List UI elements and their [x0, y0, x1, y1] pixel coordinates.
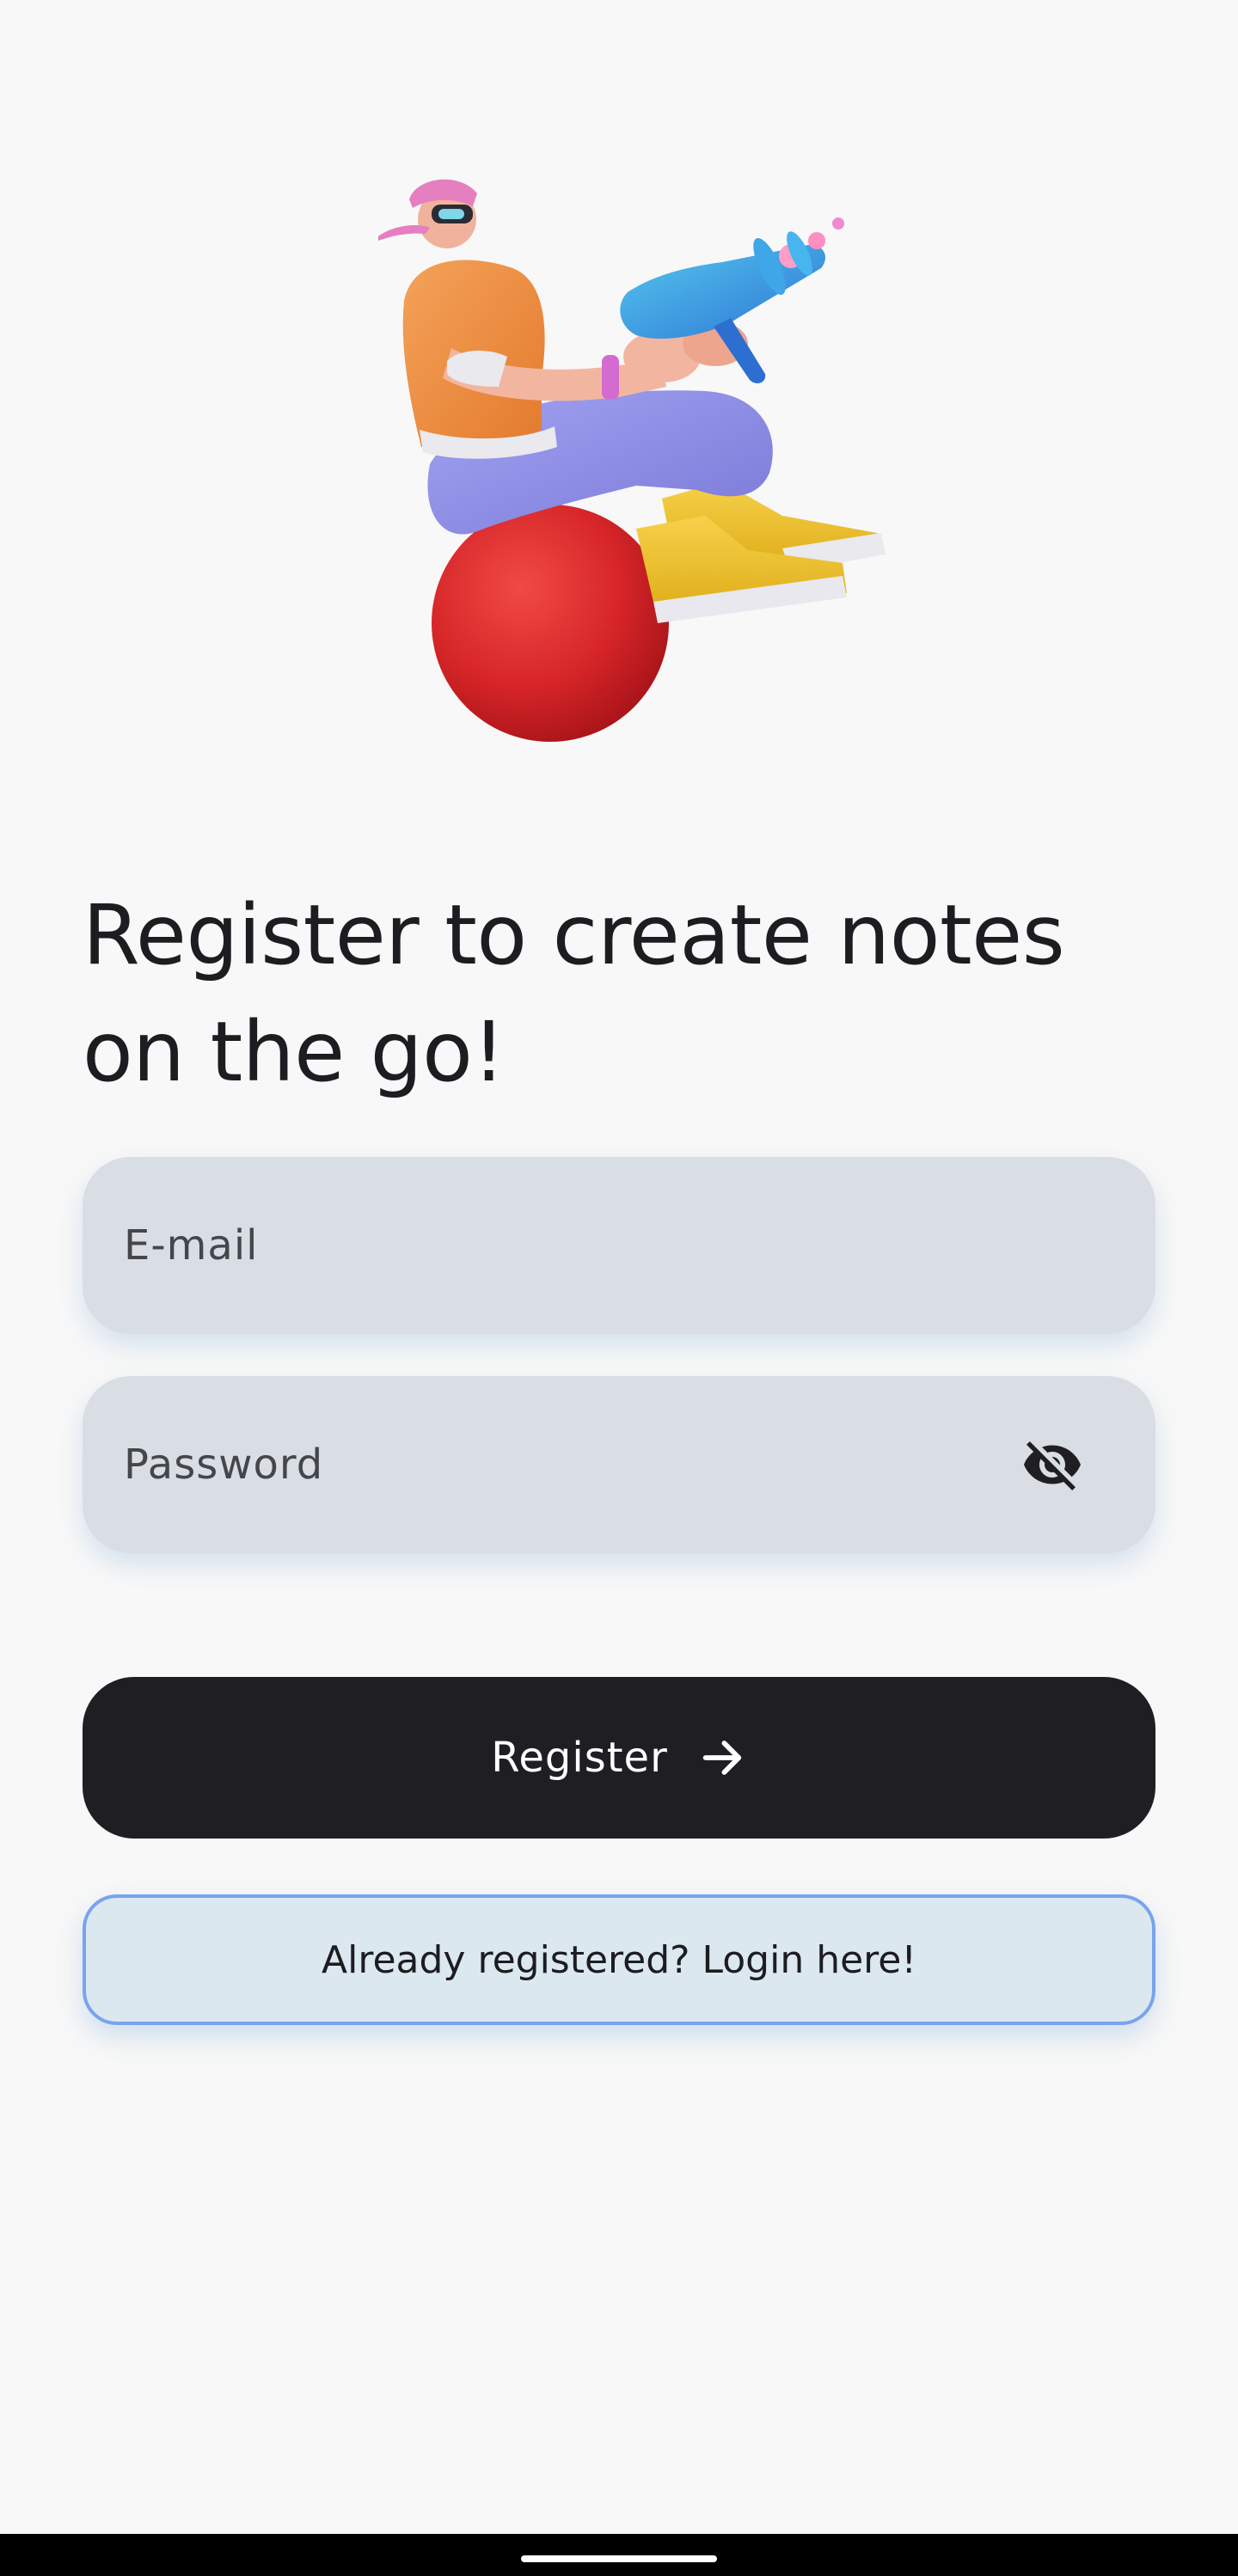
eye-off-icon [1024, 1441, 1081, 1490]
home-gesture-handle[interactable] [521, 2555, 717, 2562]
system-navigation-bar [0, 2534, 1238, 2576]
page-title: Register to create notes on the go! [83, 887, 1065, 1100]
password-placeholder: Password [124, 1441, 324, 1489]
arrow-right-icon [702, 1741, 742, 1775]
password-visibility-toggle[interactable] [1018, 1430, 1087, 1499]
login-link-button[interactable]: Already registered? Login here! [83, 1894, 1155, 2025]
character-illustration [378, 179, 886, 742]
register-button-label: Register [491, 1734, 668, 1782]
email-placeholder: E-mail [124, 1221, 259, 1270]
password-field[interactable]: Password [83, 1376, 1155, 1553]
email-field[interactable]: E-mail [83, 1157, 1155, 1334]
login-link-label: Already registered? Login here! [322, 1937, 916, 1982]
register-button[interactable]: Register [83, 1677, 1155, 1839]
register-screen: Register to create notes on the go! E-ma… [0, 0, 1238, 2576]
